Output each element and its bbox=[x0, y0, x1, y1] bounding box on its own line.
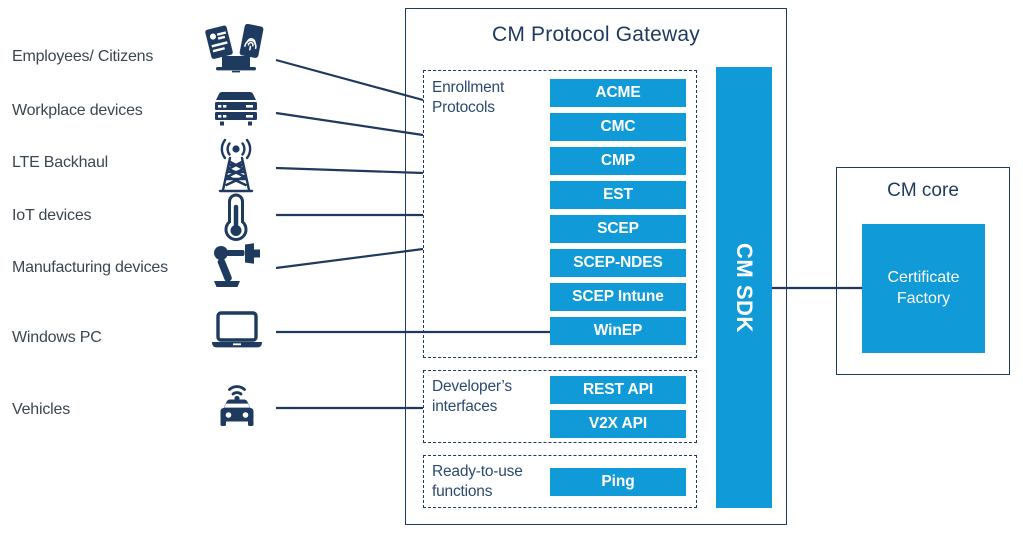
device-label-iot: IoT devices bbox=[12, 207, 92, 224]
robot-arm-icon bbox=[212, 243, 264, 287]
chip-scep-intune[interactable]: SCEP Intune bbox=[550, 283, 686, 311]
section-label-line2: interfaces bbox=[432, 397, 498, 415]
chip-est[interactable]: EST bbox=[550, 181, 686, 209]
connector-lte bbox=[275, 166, 424, 175]
section-label-line1: Enrollment bbox=[432, 79, 505, 96]
laptop-icon bbox=[210, 311, 264, 351]
cm-sdk-label: CM SDK bbox=[732, 242, 757, 333]
chip-cmp[interactable]: CMP bbox=[550, 147, 686, 175]
cm-core-title: CM core bbox=[887, 180, 959, 201]
chip-acme[interactable]: ACME bbox=[550, 79, 686, 107]
gateway-title: CM Protocol Gateway bbox=[491, 23, 701, 46]
devices-mobile-laptop-fingerprint-icon bbox=[200, 23, 272, 74]
connector-employees bbox=[275, 58, 424, 102]
chip-ping[interactable]: Ping bbox=[550, 468, 686, 496]
architecture-diagram: Employees/ Citizens Workplace devices LT… bbox=[0, 0, 1023, 539]
server-rack-icon bbox=[212, 90, 260, 128]
chip-cmc[interactable]: CMC bbox=[550, 113, 686, 141]
device-label-lte-backhaul: LTE Backhaul bbox=[12, 154, 109, 171]
connector-manufacturing bbox=[275, 247, 424, 270]
chip-scep-ndes[interactable]: SCEP-NDES bbox=[550, 249, 686, 277]
section-label-developers-interfaces: Developer’s interfaces bbox=[432, 377, 512, 417]
section-label-line1: Ready-to-use bbox=[432, 463, 523, 480]
connector-workplace bbox=[275, 111, 424, 137]
section-label-line1: Developer’s bbox=[432, 378, 512, 395]
chip-v2x-api[interactable]: V2X API bbox=[550, 410, 686, 438]
device-label-windows-pc: Windows PC bbox=[12, 329, 102, 346]
chip-winep[interactable]: WinEP bbox=[550, 317, 686, 345]
cell-tower-icon bbox=[214, 138, 258, 194]
certificate-factory-line2: Factory bbox=[896, 289, 951, 307]
thermometer-sensor-icon bbox=[220, 192, 252, 244]
certificate-factory-chip[interactable]: Certificate Factory bbox=[862, 224, 985, 353]
certificate-factory-line1: Certificate bbox=[887, 268, 960, 286]
section-label-line2: Protocols bbox=[432, 98, 495, 116]
section-label-enrollment-protocols: Enrollment Protocols bbox=[432, 78, 504, 118]
device-label-manufacturing: Manufacturing devices bbox=[12, 259, 168, 276]
connected-car-icon bbox=[212, 381, 262, 431]
device-label-employees: Employees/ Citizens bbox=[12, 48, 154, 65]
section-label-ready-to-use-functions: Ready-to-use functions bbox=[432, 462, 523, 502]
chip-rest-api[interactable]: REST API bbox=[550, 376, 686, 404]
device-label-workplace: Workplace devices bbox=[12, 102, 143, 119]
section-label-line2: functions bbox=[432, 482, 493, 500]
device-label-vehicles: Vehicles bbox=[12, 401, 70, 418]
chip-scep[interactable]: SCEP bbox=[550, 215, 686, 243]
